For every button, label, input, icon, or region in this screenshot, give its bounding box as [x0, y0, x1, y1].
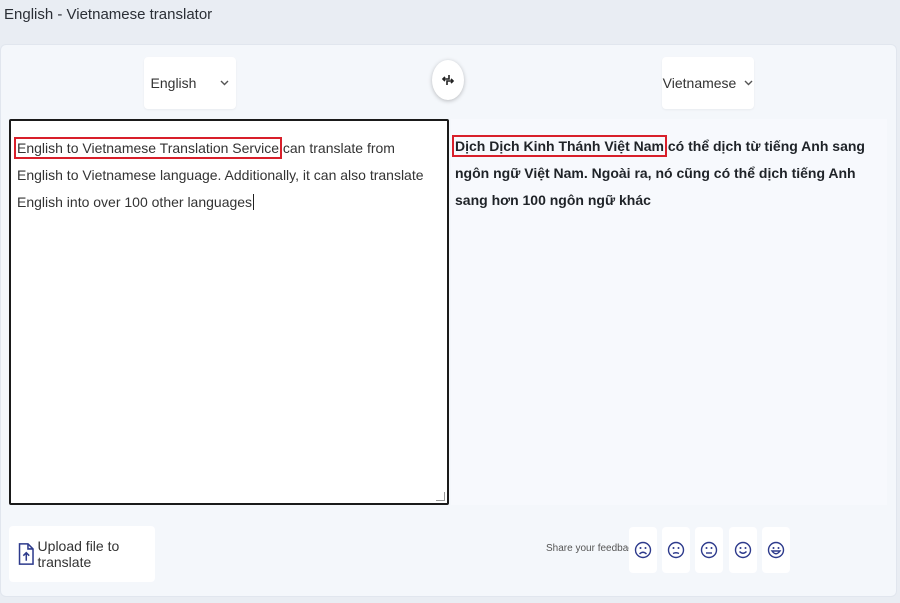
feedback-sad-button[interactable] — [662, 527, 690, 573]
upload-file-button[interactable]: Upload file to translate — [9, 526, 155, 582]
page-title: English - Vietnamese translator — [4, 6, 213, 23]
source-language-select[interactable]: English — [144, 57, 236, 109]
chevron-down-icon — [744, 78, 753, 89]
upload-file-label: Upload file to translate — [37, 538, 120, 570]
source-text-input[interactable]: English to Vietnamese Translation Servic… — [9, 119, 449, 505]
feedback-very-sad-button[interactable] — [629, 527, 657, 573]
feedback-neutral-button[interactable] — [695, 527, 723, 573]
source-highlighted-text: English to Vietnamese Translation Servic… — [14, 137, 282, 159]
sad-face-icon — [667, 541, 685, 559]
feedback-label: Share your feedback: — [546, 543, 642, 554]
feedback-very-happy-button[interactable] — [762, 527, 790, 573]
swap-languages-button[interactable] — [432, 60, 464, 100]
source-language-label: English — [150, 75, 197, 91]
chevron-down-icon — [220, 78, 229, 89]
resize-handle[interactable] — [436, 492, 445, 501]
feedback-happy-button[interactable] — [729, 527, 757, 573]
translation-output: Dịch Dịch Kinh Thánh Việt Nam có thể dịc… — [451, 119, 887, 505]
neutral-face-icon — [700, 541, 718, 559]
file-upload-icon — [18, 543, 34, 565]
swap-arrows-icon — [441, 75, 455, 85]
very-sad-face-icon — [634, 541, 652, 559]
very-happy-face-icon — [767, 541, 785, 559]
target-highlighted-text: Dịch Dịch Kinh Thánh Việt Nam — [452, 135, 667, 157]
target-language-select[interactable]: Vietnamese — [662, 57, 754, 109]
text-cursor — [253, 194, 255, 210]
happy-face-icon — [734, 541, 752, 559]
target-language-label: Vietnamese — [662, 75, 737, 91]
